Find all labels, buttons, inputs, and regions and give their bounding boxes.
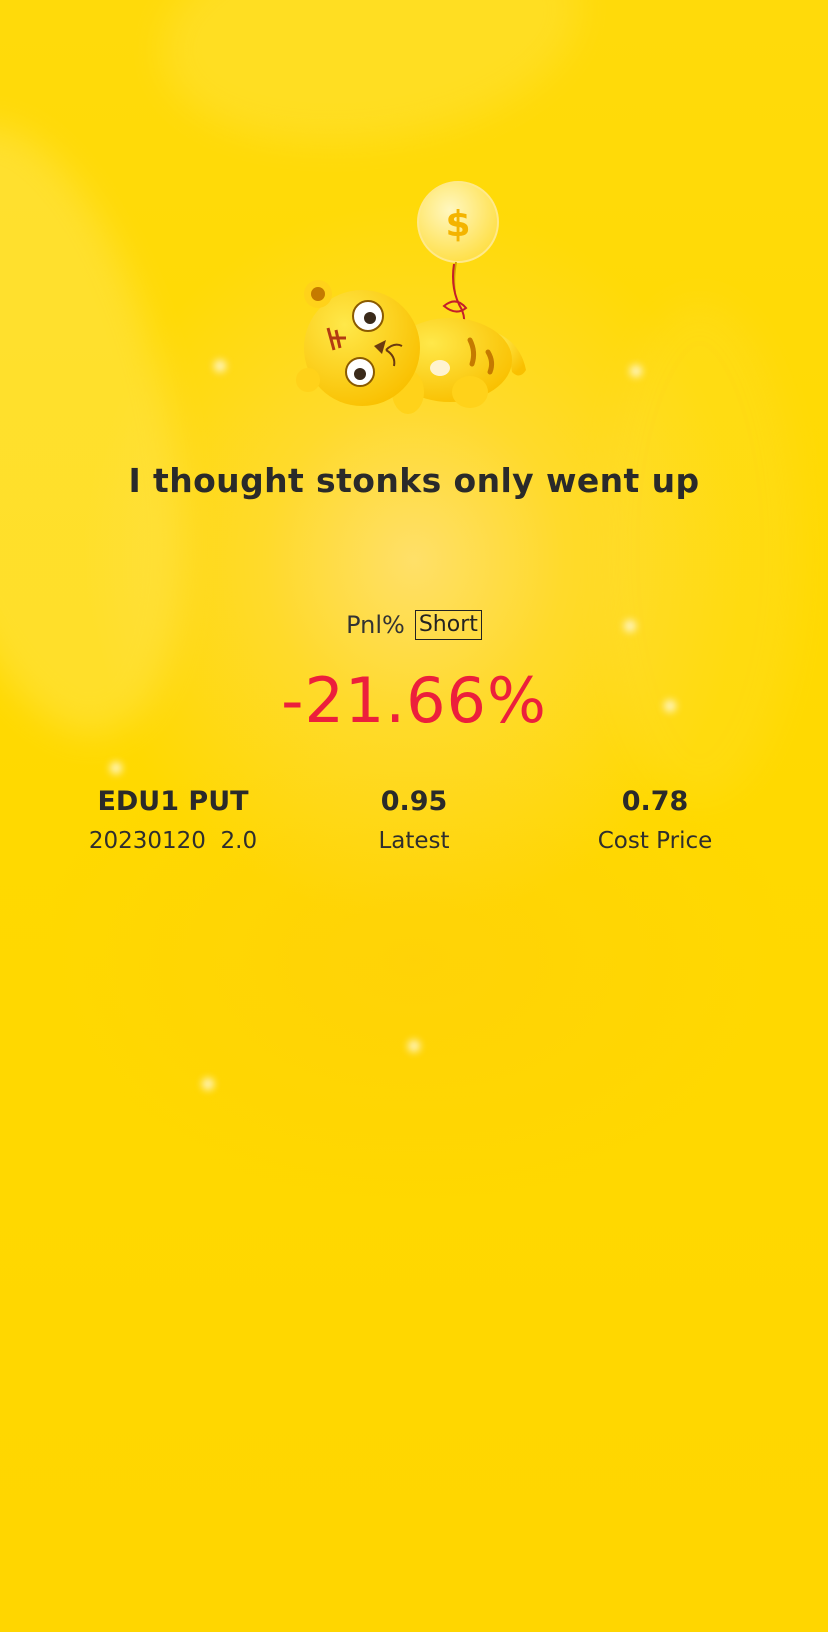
pnl-share-screen: $ I thought stonks only went up Pnl% Sho… <box>0 0 828 1632</box>
page-headline: I thought stonks only went up <box>128 461 700 500</box>
svg-text:$: $ <box>445 204 470 245</box>
stat-cost-price: 0.78 Cost Price <box>535 786 775 856</box>
latest-price-value: 0.95 <box>380 786 448 817</box>
pnl-percent-value: -21.66% <box>281 664 547 737</box>
stat-latest: 0.95 Latest <box>294 786 534 856</box>
background-wisp <box>146 0 594 169</box>
background-wisp <box>0 99 232 761</box>
sparkle <box>214 360 226 372</box>
cost-price-label: Cost Price <box>597 828 713 854</box>
sparkle <box>202 1078 214 1090</box>
cost-price-value: 0.78 <box>621 786 689 817</box>
contract-expiry-strike: 20230120 2.0 <box>88 828 258 854</box>
position-side-badge: Short <box>414 610 482 640</box>
pnl-label: Pnl% <box>346 611 405 639</box>
latest-price-label: Latest <box>378 828 450 854</box>
tiger-balloon-mascot-icon: $ <box>296 181 526 414</box>
position-stats: EDU1 PUT 20230120 2.0 0.95 Latest 0.78 C… <box>0 786 828 866</box>
stat-contract: EDU1 PUT 20230120 2.0 <box>53 786 293 856</box>
sparkle <box>630 365 642 377</box>
sparkle <box>408 1040 420 1052</box>
pnl-label-row: Pnl% Short <box>0 610 828 640</box>
contract-name: EDU1 PUT <box>97 786 249 817</box>
sparkle <box>110 762 122 774</box>
